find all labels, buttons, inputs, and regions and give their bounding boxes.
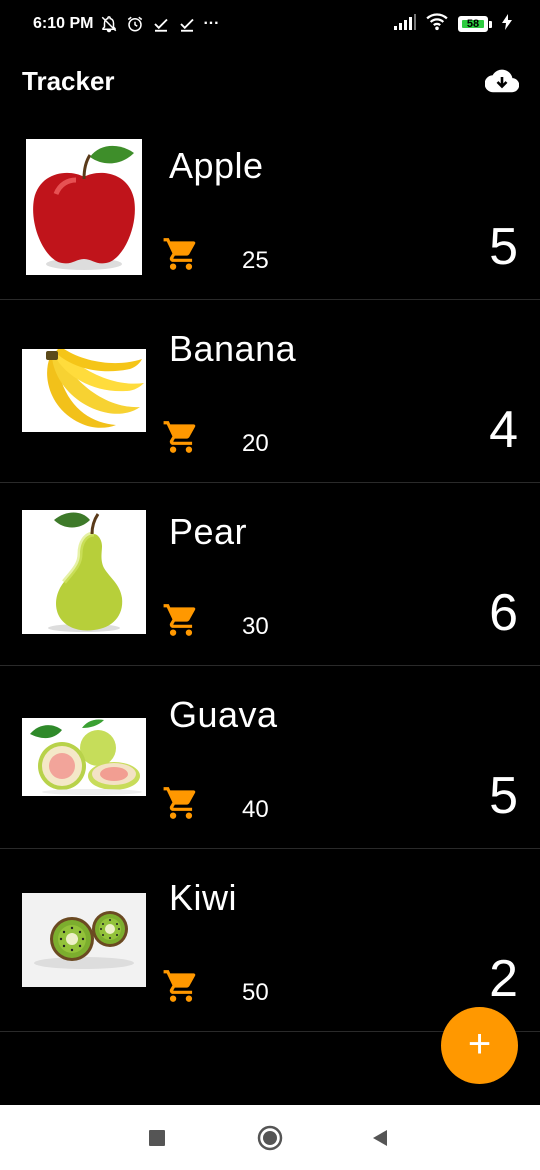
fruit-price: 30 (242, 613, 269, 640)
home-circle-icon (257, 1125, 283, 1150)
shopping-cart-icon[interactable] (162, 418, 200, 456)
fruit-quantity: 5 (489, 218, 518, 276)
list-item[interactable]: Banana 20 4 (0, 300, 540, 483)
download-done-icon (151, 14, 171, 34)
alarm-icon (125, 14, 145, 34)
shopping-cart-icon[interactable] (162, 601, 200, 639)
fruit-name: Guava (169, 694, 278, 735)
list-item[interactable]: Apple 25 5 (0, 117, 540, 300)
home-button[interactable] (240, 1105, 300, 1170)
back-button[interactable] (350, 1105, 410, 1170)
back-triangle-icon (373, 1129, 387, 1146)
add-item-button[interactable]: + (441, 1007, 518, 1084)
recents-square-icon (149, 1129, 165, 1146)
fruit-price: 20 (242, 430, 269, 457)
fruit-quantity: 5 (489, 767, 518, 825)
shopping-cart-icon[interactable] (162, 235, 200, 273)
status-bar: 6:10 PM ··· 58 (0, 0, 540, 48)
pear-image (22, 510, 146, 634)
list-item[interactable]: Pear 30 6 (0, 483, 540, 666)
list-item[interactable]: Kiwi 50 2 (0, 849, 540, 1032)
fruit-price: 50 (242, 979, 269, 1006)
cloud-download-icon (485, 69, 519, 93)
fruit-name: Apple (169, 145, 264, 186)
wifi-icon (426, 12, 448, 36)
charging-icon (502, 13, 512, 35)
cloud-download-button[interactable] (482, 61, 522, 101)
fruit-name: Banana (169, 328, 297, 369)
status-time: 6:10 PM (33, 15, 94, 32)
status-right: 58 (394, 12, 512, 36)
status-left: 6:10 PM ··· (33, 14, 219, 34)
signal-icon (394, 13, 416, 35)
shopping-cart-icon[interactable] (162, 967, 200, 1005)
battery-icon: 58 (458, 16, 492, 32)
download-done-icon (177, 14, 197, 34)
list-item[interactable]: Guava 40 5 (0, 666, 540, 849)
recents-button[interactable] (127, 1105, 187, 1170)
fruit-quantity: 4 (489, 401, 518, 459)
system-nav-bar (0, 1105, 540, 1170)
fruit-name: Kiwi (169, 877, 238, 918)
page-title: Tracker (22, 65, 115, 96)
apple-image (26, 139, 142, 275)
fruit-quantity: 6 (489, 584, 518, 642)
fruit-list: Apple 25 5 Banana 20 4 Pear 30 6 Guava 4… (0, 117, 540, 1032)
banana-image (22, 349, 146, 432)
kiwi-image (22, 893, 146, 987)
app-bar: Tracker (0, 48, 540, 114)
guava-image (22, 718, 146, 796)
shopping-cart-icon[interactable] (162, 784, 200, 822)
more-status-indicator: ··· (203, 15, 220, 32)
fruit-price: 40 (242, 796, 269, 823)
fruit-name: Pear (169, 511, 248, 552)
notifications-off-icon (99, 14, 119, 34)
plus-icon: + (467, 1021, 492, 1066)
battery-level: 58 (466, 18, 480, 30)
fruit-quantity: 2 (489, 950, 518, 1008)
fruit-price: 25 (242, 247, 269, 274)
